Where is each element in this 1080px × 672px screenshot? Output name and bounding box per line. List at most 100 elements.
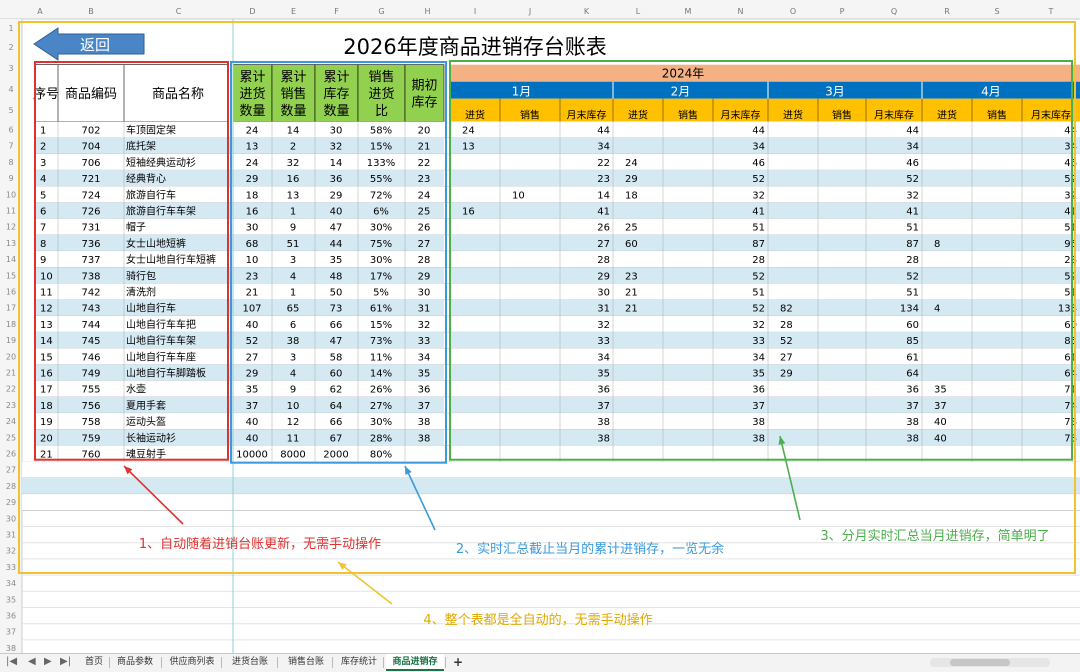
sheet-tab[interactable]: 进货台账 bbox=[224, 654, 276, 671]
cell-month-stock: 34 bbox=[906, 142, 919, 153]
table-row[interactable]: 17 755 水壶 35 9 62 26% 36 36 36 36 35 71 bbox=[35, 380, 1080, 398]
table-row[interactable]: 18 756 夏用手套 37 10 64 27% 37 37 37 37 37 74 bbox=[35, 396, 1080, 414]
cell-month-in: 24 bbox=[462, 126, 475, 137]
cell-acc-in: 16 bbox=[246, 207, 259, 218]
row-number: 16 bbox=[6, 288, 16, 297]
cell-code: 755 bbox=[81, 385, 100, 396]
cell-acc-sale: 2 bbox=[290, 142, 296, 153]
sub-header-label: 月末库存 bbox=[721, 109, 761, 122]
table-row[interactable]: 12 743 山地自行车 107 65 73 61% 31 31 21 52 82 134 4 138 bbox=[35, 299, 1080, 317]
column-letter: A bbox=[37, 7, 43, 16]
table-row[interactable]: 13 744 山地自行车车把 40 6 66 15% 32 32 32 28 60 60 bbox=[35, 315, 1080, 333]
sheet-tab[interactable]: 商品参数 bbox=[110, 654, 160, 671]
cell-month-in: 28 bbox=[780, 320, 793, 331]
table-row[interactable]: 9 737 女士山地自行车短裤 10 3 35 30% 28 28 28 28 28 bbox=[35, 251, 1080, 268]
sheet-tab[interactable]: 供应商列表 bbox=[164, 654, 220, 671]
page-title: 2026年度商品进销存台账表 bbox=[343, 35, 606, 59]
row-bg bbox=[450, 380, 1080, 397]
sheet-tab[interactable]: 首页 bbox=[80, 654, 108, 671]
cell-month-stock: 38 bbox=[597, 417, 610, 428]
spreadsheet-grid[interactable]: A B C D E F G H I J K L M N O P Q R S T12345678910111213141… bbox=[0, 0, 1080, 671]
table-row[interactable]: 5 724 旅游自行车 18 13 29 72% 24 10 14 18 32 32 32 bbox=[35, 186, 1080, 203]
cell-ratio: 75% bbox=[370, 239, 392, 250]
cell-acc-sale: 6 bbox=[290, 320, 296, 331]
cell-name: 山地自行车车把 bbox=[126, 318, 196, 331]
row-bg bbox=[450, 315, 1080, 333]
table-row[interactable]: 4 721 经典背心 29 16 36 55% 23 23 29 52 52 52 bbox=[35, 170, 1080, 187]
summary-header-text: 销售 bbox=[368, 69, 394, 85]
cell-month-stock: 41 bbox=[752, 207, 765, 218]
tab-separator bbox=[161, 657, 162, 668]
cell-acc-stock: 44 bbox=[330, 239, 343, 250]
cell-ratio: 55% bbox=[370, 174, 392, 185]
sheet-tab[interactable]: 库存统计 bbox=[336, 654, 382, 671]
cell-month-stock: 52 bbox=[906, 271, 919, 282]
row-bg bbox=[450, 413, 1080, 430]
sheet-tab[interactable]: 商品进销存 bbox=[386, 654, 444, 671]
prev-sheet-icon[interactable]: ◀ bbox=[28, 656, 36, 667]
cell-code: 737 bbox=[81, 255, 100, 266]
cell-month-stock: 51 bbox=[906, 288, 919, 299]
table-row[interactable]: 20 759 长袖运动衫 40 11 67 28% 38 38 38 38 40 78 bbox=[35, 429, 1080, 446]
cell-acc-stock: 32 bbox=[330, 142, 343, 153]
table-row[interactable]: 11 742 清洗剂 21 1 50 5% 30 30 21 51 51 51 bbox=[35, 283, 1080, 300]
row-bg bbox=[450, 332, 1080, 349]
row-number: 34 bbox=[6, 579, 16, 588]
table-row[interactable]: 19 758 运动头盔 40 12 66 30% 38 38 38 38 40 78 bbox=[35, 413, 1080, 430]
horizontal-scrollbar[interactable] bbox=[930, 658, 1050, 667]
cell-acc-stock: 66 bbox=[330, 417, 343, 428]
tab-separator bbox=[332, 657, 333, 668]
cell-month-stock: 36 bbox=[906, 385, 919, 396]
last-sheet-icon[interactable]: ▶| bbox=[60, 656, 71, 667]
sheet-tab[interactable]: 销售台账 bbox=[281, 654, 331, 671]
summary-header-text: 数量 bbox=[280, 104, 306, 119]
scrollbar-thumb[interactable] bbox=[950, 659, 1010, 666]
cell-opening: 29 bbox=[418, 271, 431, 282]
table-row[interactable]: 1 702 车顶固定架 24 14 30 58% 20 24 44 44 44 44 bbox=[35, 121, 1080, 138]
cell-acc-sale: 3 bbox=[290, 352, 296, 363]
column-letter: I bbox=[474, 7, 476, 16]
table-row[interactable]: 15 746 山地自行车车座 27 3 58 11% 34 34 34 27 61 61 bbox=[35, 348, 1080, 365]
next-sheet-icon[interactable]: ▶ bbox=[44, 656, 52, 667]
cell-acc-sale: 51 bbox=[287, 239, 300, 250]
cell-name: 女士山地短裤 bbox=[126, 237, 186, 250]
table-row[interactable]: 3 706 短袖经典运动衫 24 32 14 133% 22 22 24 46 46 46 bbox=[35, 153, 1080, 171]
cell-acc-in: 40 bbox=[246, 320, 259, 331]
add-sheet-button[interactable]: + bbox=[450, 654, 466, 671]
row-number: 33 bbox=[6, 563, 16, 572]
row-number: 32 bbox=[6, 547, 16, 556]
summary-header-text: 累计 bbox=[323, 70, 349, 85]
column-letter: O bbox=[790, 7, 796, 16]
table-row[interactable]: 14 745 山地自行车车架 52 38 47 73% 33 33 33 52 85 85 bbox=[35, 332, 1080, 349]
cell-month-in: 13 bbox=[462, 142, 475, 153]
cell-acc-in: 24 bbox=[246, 158, 259, 169]
row-bg bbox=[450, 218, 1080, 235]
back-button[interactable]: 返回 bbox=[33, 27, 145, 61]
cell-acc-stock: 47 bbox=[330, 223, 343, 234]
table-row[interactable]: 8 736 女士山地短裤 68 51 44 75% 27 27 60 87 87 8 95 bbox=[35, 234, 1080, 252]
table-row[interactable]: 6 726 旅游自行车车架 16 1 40 6% 25 16 41 41 41 41 bbox=[35, 202, 1080, 219]
row-bg bbox=[450, 299, 1080, 316]
column-letter: L bbox=[636, 7, 641, 16]
cell-month-in: 21 bbox=[625, 288, 638, 299]
table-row[interactable]: 10 738 骑行包 23 4 48 17% 29 29 23 52 52 52 bbox=[35, 267, 1080, 284]
cell-code: 745 bbox=[81, 336, 100, 347]
cell-month-stock: 38 bbox=[906, 417, 919, 428]
tab-separator bbox=[383, 657, 384, 668]
table-row[interactable]: 16 749 山地自行车脚踏板 29 4 60 14% 35 35 35 29 64 64 bbox=[35, 364, 1080, 381]
cell-ratio: 14% bbox=[370, 369, 392, 380]
cell-code: 759 bbox=[81, 433, 100, 444]
cell-ratio: 30% bbox=[370, 417, 392, 428]
cell-month-stock: 32 bbox=[597, 320, 610, 331]
table-row[interactable]: 7 731 帽子 30 9 47 30% 26 26 25 51 51 51 bbox=[35, 218, 1080, 236]
cell-month-in: 23 bbox=[625, 271, 638, 282]
first-sheet-icon[interactable]: |◀ bbox=[6, 656, 17, 667]
table-row[interactable]: 2 704 底托架 13 2 32 15% 21 13 34 34 34 34 bbox=[35, 137, 1080, 155]
cell-seq: 4 bbox=[40, 174, 46, 185]
cell-opening: 30 bbox=[418, 288, 431, 299]
row-bg bbox=[450, 396, 1080, 414]
cell-name: 车顶固定架 bbox=[126, 124, 176, 137]
column-letter: B bbox=[88, 7, 94, 16]
cell-acc-stock: 30 bbox=[330, 126, 343, 137]
cell-name: 旅游自行车 bbox=[126, 188, 176, 201]
